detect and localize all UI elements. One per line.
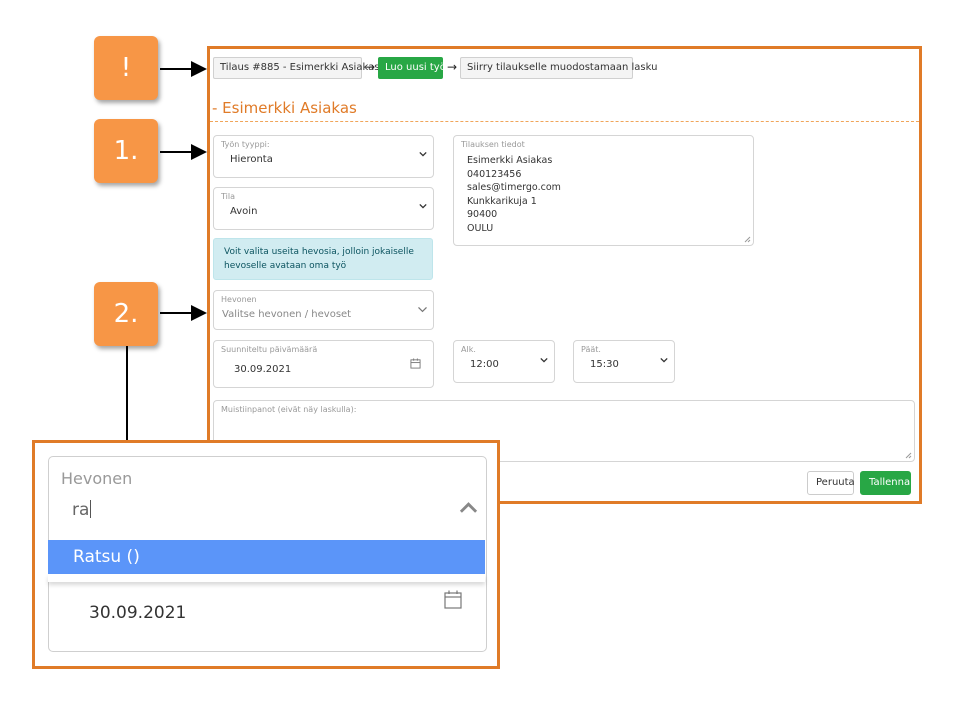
job-type-select[interactable]: Työn tyyppi: Hieronta bbox=[213, 135, 434, 178]
cancel-button[interactable]: Peruuta bbox=[807, 471, 855, 495]
field-value: Esimerkki Asiakas 040123456 sales@timerg… bbox=[467, 155, 561, 234]
status-select[interactable]: Tila Avoin bbox=[213, 187, 434, 230]
invoice-button[interactable]: Siirry tilaukselle muodostamaan lasku bbox=[460, 57, 657, 79]
app-screenshot: Tilaus #885 - Esimerkki Asiakas → Luo uu… bbox=[207, 46, 922, 504]
field-label: Suunniteltu päivämäärä bbox=[221, 345, 318, 354]
chevron-down-icon bbox=[418, 306, 427, 313]
text-cursor bbox=[90, 500, 92, 518]
field-value: 12:00 bbox=[470, 359, 499, 370]
end-time-select[interactable]: Päät. 15:30 bbox=[573, 340, 675, 383]
dropdown-option[interactable]: Ratsu () bbox=[48, 540, 485, 574]
field-value: 15:30 bbox=[590, 359, 619, 370]
date-value: 30.09.2021 bbox=[89, 603, 187, 623]
new-job-button[interactable]: Luo uusi työ bbox=[378, 57, 446, 79]
calendar-icon[interactable] bbox=[444, 590, 462, 609]
field-label: Tilauksen tiedot bbox=[461, 140, 525, 149]
field-label: Tila bbox=[221, 192, 235, 201]
chevron-down-icon bbox=[419, 203, 427, 209]
resize-handle-icon[interactable] bbox=[905, 452, 912, 459]
info-alert: Voit valita useita hevosia, jolloin joka… bbox=[213, 238, 433, 280]
field-label: Muistiinpanot (eivät näy laskulla): bbox=[221, 405, 357, 414]
field-label: Päät. bbox=[581, 345, 601, 354]
chevron-down-icon bbox=[419, 151, 427, 157]
start-time-select[interactable]: Alk. 12:00 bbox=[453, 340, 555, 383]
chevron-up-icon[interactable] bbox=[459, 502, 478, 514]
field-value: 30.09.2021 bbox=[234, 364, 292, 375]
chevron-down-icon bbox=[540, 357, 548, 363]
field-label: Alk. bbox=[461, 345, 476, 354]
field-value: Avoin bbox=[230, 206, 258, 217]
horse-select[interactable]: Hevonen Valitse hevonen / hevoset bbox=[213, 290, 434, 330]
zoom-inset: Hevonen ra Ratsu () 30.09.2021 bbox=[32, 440, 500, 669]
field-label: Hevonen bbox=[221, 295, 257, 304]
typed-text: ra bbox=[72, 500, 90, 520]
horse-select-open[interactable]: Hevonen ra Ratsu () 30.09.2021 bbox=[48, 456, 487, 652]
field-placeholder: Valitse hevonen / hevoset bbox=[222, 309, 352, 320]
calendar-icon[interactable] bbox=[410, 358, 421, 369]
field-label: Työn tyyppi: bbox=[221, 140, 270, 149]
search-input[interactable]: ra bbox=[72, 500, 92, 520]
chevron-down-icon bbox=[660, 357, 668, 363]
arrow-right-icon: → bbox=[447, 60, 458, 74]
planned-date-input[interactable]: Suunniteltu päivämäärä 30.09.2021 bbox=[213, 340, 434, 388]
resize-handle-icon[interactable] bbox=[744, 236, 751, 243]
order-info-textarea[interactable]: Tilauksen tiedot Esimerkki Asiakas 04012… bbox=[453, 135, 754, 246]
breadcrumb-order[interactable]: Tilaus #885 - Esimerkki Asiakas bbox=[213, 57, 379, 79]
save-button[interactable]: Tallenna bbox=[860, 471, 911, 495]
field-value: Hieronta bbox=[230, 154, 273, 165]
field-label: Hevonen bbox=[61, 469, 133, 488]
divider bbox=[210, 121, 919, 122]
page-title: - Esimerkki Asiakas bbox=[212, 99, 357, 117]
arrow-right-icon: → bbox=[365, 60, 376, 74]
dropdown-panel bbox=[48, 574, 485, 582]
